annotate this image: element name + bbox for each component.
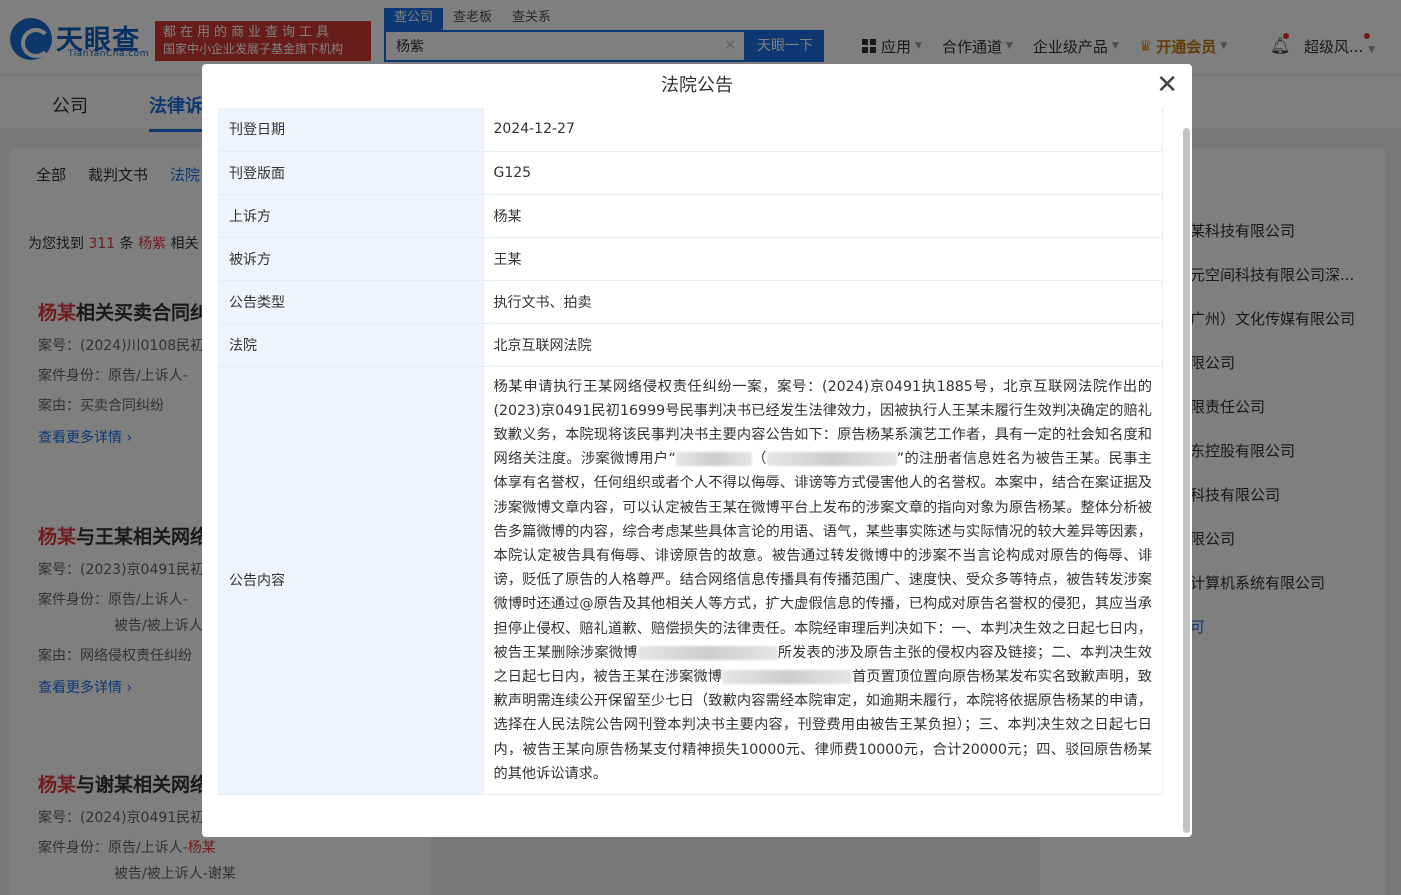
field-label: 公告类型 [218, 280, 483, 324]
field-label: 刊登日期 [218, 108, 483, 152]
notice-content: 杨某申请执行王某网络侵权责任纠纷一案，案号：(2024)京0491执1885号，… [482, 366, 1163, 795]
content-part-4: 首页置顶位置向原告杨某发布实名致歉声明，致歉声明需连续公开保留至少七日（致歉内容… [493, 668, 1153, 782]
court-notice-dialog: 法院公告 ✕ 刊登日期 2024-12-27 刊登版面 G125 上诉方 杨某 … [202, 64, 1192, 837]
content-part-2: ”的注册者信息姓名为被告王某。民事主体享有名誉权，任何组织或者个人不得以侮辱、诽… [493, 451, 1153, 661]
dialog-body: 刊登日期 2024-12-27 刊登版面 G125 上诉方 杨某 被诉方 王某 … [218, 108, 1178, 820]
redacted-mark [675, 452, 752, 467]
table-row: 上诉方 杨某 [218, 194, 1163, 238]
table-row: 刊登版面 G125 [218, 151, 1163, 195]
table-row: 被诉方 王某 [218, 237, 1163, 281]
field-label: 刊登版面 [218, 151, 483, 195]
redacted-mark [722, 669, 853, 684]
field-value: 王某 [482, 237, 1163, 281]
scrollbar-thumb[interactable] [1183, 128, 1190, 833]
field-label: 上诉方 [218, 194, 483, 238]
field-value: 2024-12-27 [482, 108, 1163, 152]
field-label: 被诉方 [218, 237, 483, 281]
table-row: 公告内容 杨某申请执行王某网络侵权责任纠纷一案，案号：(2024)京0491执1… [218, 366, 1163, 795]
table-row: 法院 北京互联网法院 [218, 323, 1163, 367]
redacted-mark [637, 645, 778, 660]
field-value: 执行文书、拍卖 [482, 280, 1163, 324]
dialog-title: 法院公告 [661, 75, 733, 96]
field-value: G125 [482, 151, 1163, 195]
field-value: 杨某 [482, 194, 1163, 238]
table-row: 刊登日期 2024-12-27 [218, 108, 1163, 152]
field-label: 法院 [218, 323, 483, 367]
dialog-scrollbar[interactable] [1183, 108, 1190, 836]
field-value: 北京互联网法院 [482, 323, 1163, 367]
close-icon[interactable]: ✕ [1156, 72, 1178, 98]
table-row: 公告类型 执行文书、拍卖 [218, 280, 1163, 324]
field-label: 公告内容 [218, 366, 483, 795]
notice-table: 刊登日期 2024-12-27 刊登版面 G125 上诉方 杨某 被诉方 王某 … [218, 108, 1163, 795]
redacted-mark [766, 452, 897, 467]
